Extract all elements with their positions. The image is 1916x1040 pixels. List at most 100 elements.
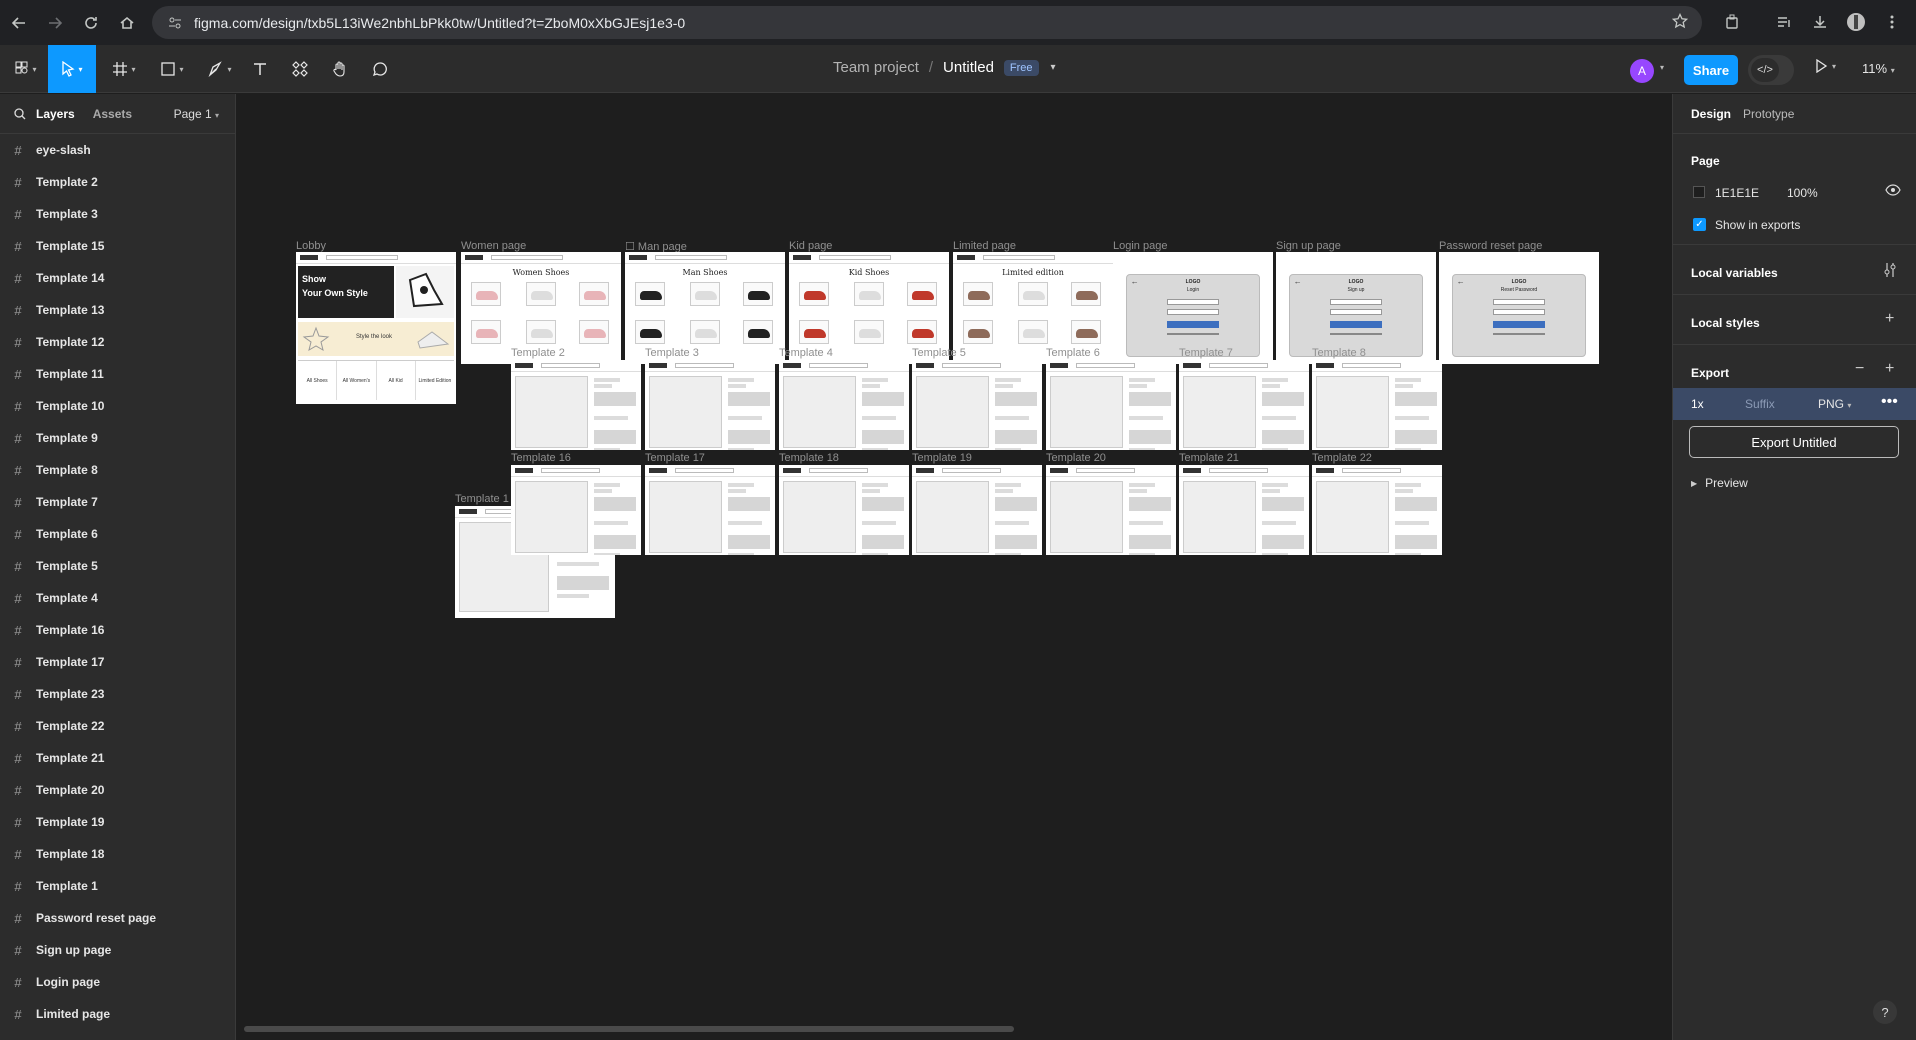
layer-item[interactable]: # Template 22	[0, 710, 235, 742]
bookmark-star-icon[interactable]	[1672, 13, 1688, 29]
hand-tool-icon[interactable]	[328, 45, 352, 93]
chevron-down-icon[interactable]: ▾	[1051, 62, 1056, 73]
move-tool-icon[interactable]: ▾	[48, 45, 96, 93]
frame-tool-icon[interactable]: ▾	[104, 45, 144, 93]
frame-label-template[interactable]: Template 18	[779, 452, 839, 464]
sliders-icon[interactable]	[1883, 262, 1897, 278]
layer-item[interactable]: # Template 19	[0, 806, 235, 838]
add-style-plus-icon[interactable]: +	[1885, 310, 1894, 328]
remove-export-minus-icon[interactable]: −	[1855, 360, 1864, 378]
text-tool-icon[interactable]	[248, 45, 272, 93]
frame-template[interactable]	[779, 360, 909, 450]
frame-label-lobby[interactable]: Lobby	[296, 240, 326, 252]
layer-item[interactable]: # Template 11	[0, 358, 235, 390]
frame-lobby[interactable]: Show Your Own Style Style the look All S…	[296, 252, 456, 404]
download-icon[interactable]	[1806, 8, 1834, 36]
share-button[interactable]: Share	[1684, 55, 1738, 85]
frame-template[interactable]	[1179, 360, 1309, 450]
add-export-plus-icon[interactable]: +	[1885, 360, 1894, 378]
export-scale-select[interactable]: 1x	[1691, 397, 1704, 411]
comment-tool-icon[interactable]	[368, 45, 392, 93]
frame-label-template[interactable]: Template 5	[912, 347, 966, 359]
frame-template[interactable]	[645, 360, 775, 450]
frame-label-template[interactable]: Template 6	[1046, 347, 1100, 359]
layer-item[interactable]: # Template 1	[0, 870, 235, 902]
layer-item[interactable]: # Template 13	[0, 294, 235, 326]
frame-template[interactable]	[511, 360, 641, 450]
tab-assets[interactable]: Assets	[93, 107, 132, 121]
layer-item[interactable]: # Template 7	[0, 486, 235, 518]
layer-item[interactable]: # Template 18	[0, 838, 235, 870]
extensions-icon[interactable]	[1718, 8, 1746, 36]
frame-template[interactable]	[1179, 465, 1309, 555]
frame-template[interactable]	[1046, 465, 1176, 555]
tab-layers[interactable]: Layers	[36, 107, 75, 121]
design-canvas[interactable]: Lobby Show Your Own Style Style the look…	[236, 94, 1672, 1040]
layer-item[interactable]: # Template 12	[0, 326, 235, 358]
reload-icon[interactable]	[76, 8, 106, 38]
frame-template[interactable]	[779, 465, 909, 555]
show-in-exports-checkbox[interactable]: ✓	[1693, 218, 1706, 231]
site-settings-icon[interactable]	[160, 16, 190, 30]
frame-label-template[interactable]: Template 16	[511, 452, 571, 464]
frame-template[interactable]	[912, 465, 1042, 555]
layer-item[interactable]: # Template 6	[0, 518, 235, 550]
frame-label-kid[interactable]: Kid page	[789, 240, 832, 252]
layer-item[interactable]: # Template 17	[0, 646, 235, 678]
avatar[interactable]: A	[1630, 59, 1654, 83]
frame-label-women[interactable]: Women page	[461, 240, 526, 252]
frame-template[interactable]	[1312, 360, 1442, 450]
frame-label-limited[interactable]: Limited page	[953, 240, 1016, 252]
layer-item[interactable]: # Sign up page	[0, 934, 235, 966]
tab-prototype[interactable]: Prototype	[1743, 107, 1794, 121]
tab-design[interactable]: Design	[1691, 107, 1731, 121]
frame-label-template[interactable]: Template 20	[1046, 452, 1106, 464]
frame-label-template[interactable]: Template 3	[645, 347, 699, 359]
page-color-swatch[interactable]	[1693, 186, 1705, 198]
layer-item[interactable]: # Template 21	[0, 742, 235, 774]
frame-template[interactable]	[1046, 360, 1176, 450]
frame-template[interactable]	[645, 465, 775, 555]
horizontal-scrollbar[interactable]	[244, 1026, 1014, 1032]
layer-item[interactable]: # Template 5	[0, 550, 235, 582]
url-text[interactable]: figma.com/design/txb5L13iWe2nbhLbPkk0tw/…	[194, 15, 685, 31]
export-suffix-input[interactable]: Suffix	[1745, 397, 1775, 411]
present-button[interactable]: ▾	[1814, 59, 1836, 73]
layer-item[interactable]: # Template 20	[0, 774, 235, 806]
frame-label-template-1[interactable]: Template 1	[455, 493, 509, 505]
layer-item[interactable]: # Template 14	[0, 262, 235, 294]
resources-tool-icon[interactable]	[288, 45, 312, 93]
frame-label-template[interactable]: Template 8	[1312, 347, 1366, 359]
layer-item[interactable]: # Template 10	[0, 390, 235, 422]
home-icon[interactable]	[112, 8, 142, 38]
media-queue-icon[interactable]	[1770, 8, 1798, 36]
layer-item[interactable]: # Template 4	[0, 582, 235, 614]
local-variables-title[interactable]: Local variables	[1691, 266, 1778, 280]
frame-label-template[interactable]: Template 21	[1179, 452, 1239, 464]
page-color-value[interactable]: 1E1E1E	[1715, 186, 1759, 200]
address-bar[interactable]: figma.com/design/txb5L13iWe2nbhLbPkk0tw/…	[152, 6, 1702, 39]
layer-item[interactable]: # Template 8	[0, 454, 235, 486]
frame-label-login[interactable]: Login page	[1113, 240, 1167, 252]
page-selector[interactable]: Page 1 ▾	[174, 107, 219, 121]
preview-toggle[interactable]: ▶ Preview	[1691, 476, 1748, 490]
shape-tool-icon[interactable]: ▾	[152, 45, 192, 93]
frame-reset-page[interactable]: ← LOGO Reset Password	[1439, 252, 1599, 364]
frame-label-template[interactable]: Template 22	[1312, 452, 1372, 464]
forward-icon[interactable]	[40, 8, 70, 38]
export-button[interactable]: Export Untitled	[1689, 426, 1899, 458]
frame-label-template[interactable]: Template 4	[779, 347, 833, 359]
layer-item[interactable]: # Limited page	[0, 998, 235, 1030]
frame-template[interactable]	[511, 465, 641, 555]
frame-label-template[interactable]: Template 2	[511, 347, 565, 359]
back-icon[interactable]	[4, 8, 34, 38]
export-format-select[interactable]: PNG ▾	[1818, 397, 1851, 411]
frame-label-template[interactable]: Template 17	[645, 452, 705, 464]
layer-item[interactable]: # Template 3	[0, 198, 235, 230]
layer-item[interactable]: # Password reset page	[0, 902, 235, 934]
layer-item[interactable]: # eye-slash	[0, 134, 235, 166]
frame-label-reset[interactable]: Password reset page	[1439, 240, 1542, 252]
frame-template[interactable]	[1312, 465, 1442, 555]
chevron-down-icon[interactable]: ▾	[1660, 63, 1664, 72]
profile-icon[interactable]	[1842, 8, 1870, 36]
